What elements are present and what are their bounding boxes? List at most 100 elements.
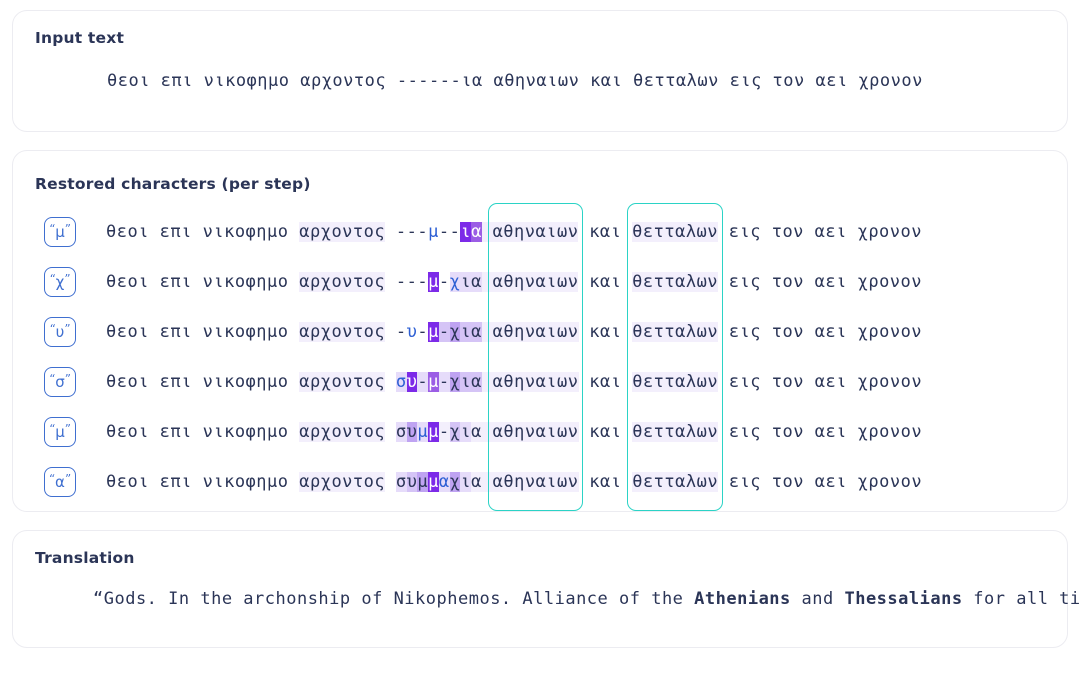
predicted-character-badge[interactable]: “α” [44,467,76,497]
predicted-character-badge[interactable]: “σ” [44,367,76,397]
text-segment: εις τον αει χρονον [718,422,923,442]
text-segment: μ [428,372,439,392]
close-quote-glyph: ” [64,472,72,486]
predicted-character: μ [55,422,65,441]
text-segment: αρχοντος [299,222,386,242]
text-segment: ι [460,322,472,342]
text-segment: χ [449,472,461,492]
translation-text: and [790,589,845,609]
open-quote-glyph: “ [49,422,56,436]
text-segment: ι [460,222,472,242]
restored-characters-card: Restored characters (per step) “μ” θεοι ε… [12,150,1068,512]
text-segment: και [578,372,633,392]
close-quote-glyph: ” [64,272,71,286]
open-quote-glyph: “ [49,372,56,386]
text-segment: --- [385,272,429,292]
input-text-value: θεοι επι νικοφημο αρχοντος ------ια αθην… [107,71,923,91]
restoration-step-row: “υ” θεοι επι νικοφημο αρχοντος -υ-μ-χια α… [35,307,1045,357]
predicted-character: χ [55,272,65,291]
translation-emphasis: Thessalians [844,589,963,609]
text-segment: και [578,222,633,242]
restoration-step-text: θεοι επι νικοφημο αρχοντος συμμ-χια αθην… [106,422,922,442]
text-segment: α [471,272,482,292]
open-quote-glyph: “ [48,472,56,486]
text-segment: αθηναιων [492,222,579,242]
text-segment: μ [417,472,429,492]
text-segment: - [438,422,450,442]
open-quote-glyph: “ [49,222,56,236]
text-segment: υ [406,422,418,442]
newly-predicted-char: υ [406,322,418,342]
text-segment: - [438,372,450,392]
text-segment [385,422,396,442]
text-segment: μ [428,322,439,342]
translation-emphasis: Athenians [694,589,791,609]
text-segment [481,372,493,392]
text-segment: θετταλων [632,372,719,392]
text-segment: θετταλων [632,272,719,292]
text-segment: εις τον αει χρονον [718,272,923,292]
text-segment: μ [428,272,439,292]
predicted-character-badge[interactable]: “χ” [44,267,76,297]
text-segment: χ [449,322,461,342]
text-segment: αρχοντος [299,322,386,342]
text-segment: εις τον αει χρονον [718,222,922,242]
text-segment: -- [438,222,461,242]
text-segment: και [578,422,633,442]
restoration-step-text: θεοι επι νικοφημο αρχοντος --- μ - χ ι α αθην… [106,272,922,292]
text-segment: θετταλων [632,322,719,342]
text-segment: θεοι επι νικοφημο [106,422,300,442]
text-segment: - [438,322,450,342]
restoration-step-row: “μ” θεοι επι νικοφημο αρχοντος συμμ-χια α… [35,407,1045,457]
newly-predicted-char: α [438,472,450,492]
close-quote-glyph: ” [64,372,71,386]
predicted-character-badge[interactable]: “μ” [44,417,76,447]
newly-predicted-char: μ [417,422,429,442]
text-segment: αθηναιων [492,472,579,492]
text-segment: αρχοντος [299,272,386,292]
restoration-step-row: “σ” θεοι επι νικοφημο αρχοντος συ-μ-χια α… [35,357,1045,407]
text-segment: - [385,322,407,342]
text-segment: αρχοντος [299,372,386,392]
translation-card: Translation “Gods. In the archonship of … [12,530,1080,648]
predicted-character-badge[interactable]: “μ” [44,217,76,247]
text-segment: θεοι επι νικοφημο [106,272,300,292]
text-segment: μ [428,422,439,442]
text-segment [481,422,493,442]
text-segment: αθηναιων [492,322,579,342]
text-segment: σ [395,472,407,492]
text-segment [481,272,493,292]
text-segment: εις τον αει χρονον [718,322,923,342]
text-segment: ι [460,422,472,442]
text-segment: θεοι επι νικοφημο [106,222,300,242]
text-segment: ι [460,472,472,492]
text-segment: α [471,222,482,242]
open-quote-glyph: “ [49,272,56,286]
restored-characters-label: Restored characters (per step) [35,175,311,193]
text-segment [385,372,396,392]
close-quote-glyph: ” [64,422,71,436]
predicted-character-badge[interactable]: “υ” [44,317,76,347]
predicted-character: α [55,472,65,491]
text-segment: εις τον αει χρονον [718,372,923,392]
text-segment [481,472,493,492]
predicted-character: σ [55,372,65,391]
text-segment: θεοι επι νικοφημο [106,372,300,392]
text-segment [481,222,493,242]
text-segment: αθηναιων [492,422,579,442]
input-text-card: Input text θεοι επι νικοφημο αρχοντος --… [12,10,1068,132]
text-segment: σ [395,422,407,442]
restoration-step-text: θεοι επι νικοφημο αρχοντος συ-μ-χια αθην… [106,372,922,392]
newly-predicted-char: σ [395,372,407,392]
text-segment: ι [460,272,472,292]
text-segment: α [471,422,482,442]
text-segment: αρχοντος [299,472,386,492]
restoration-step-text: θεοι επι νικοφημο αρχοντος --- μ -- ι α αθην… [106,222,922,242]
text-segment: α [471,322,482,342]
text-segment: θετταλων [632,222,719,242]
text-segment: θετταλων [632,472,719,492]
text-segment [481,322,493,342]
text-segment: α [471,472,482,492]
text-segment: και [578,322,633,342]
text-segment: --- [385,222,429,242]
